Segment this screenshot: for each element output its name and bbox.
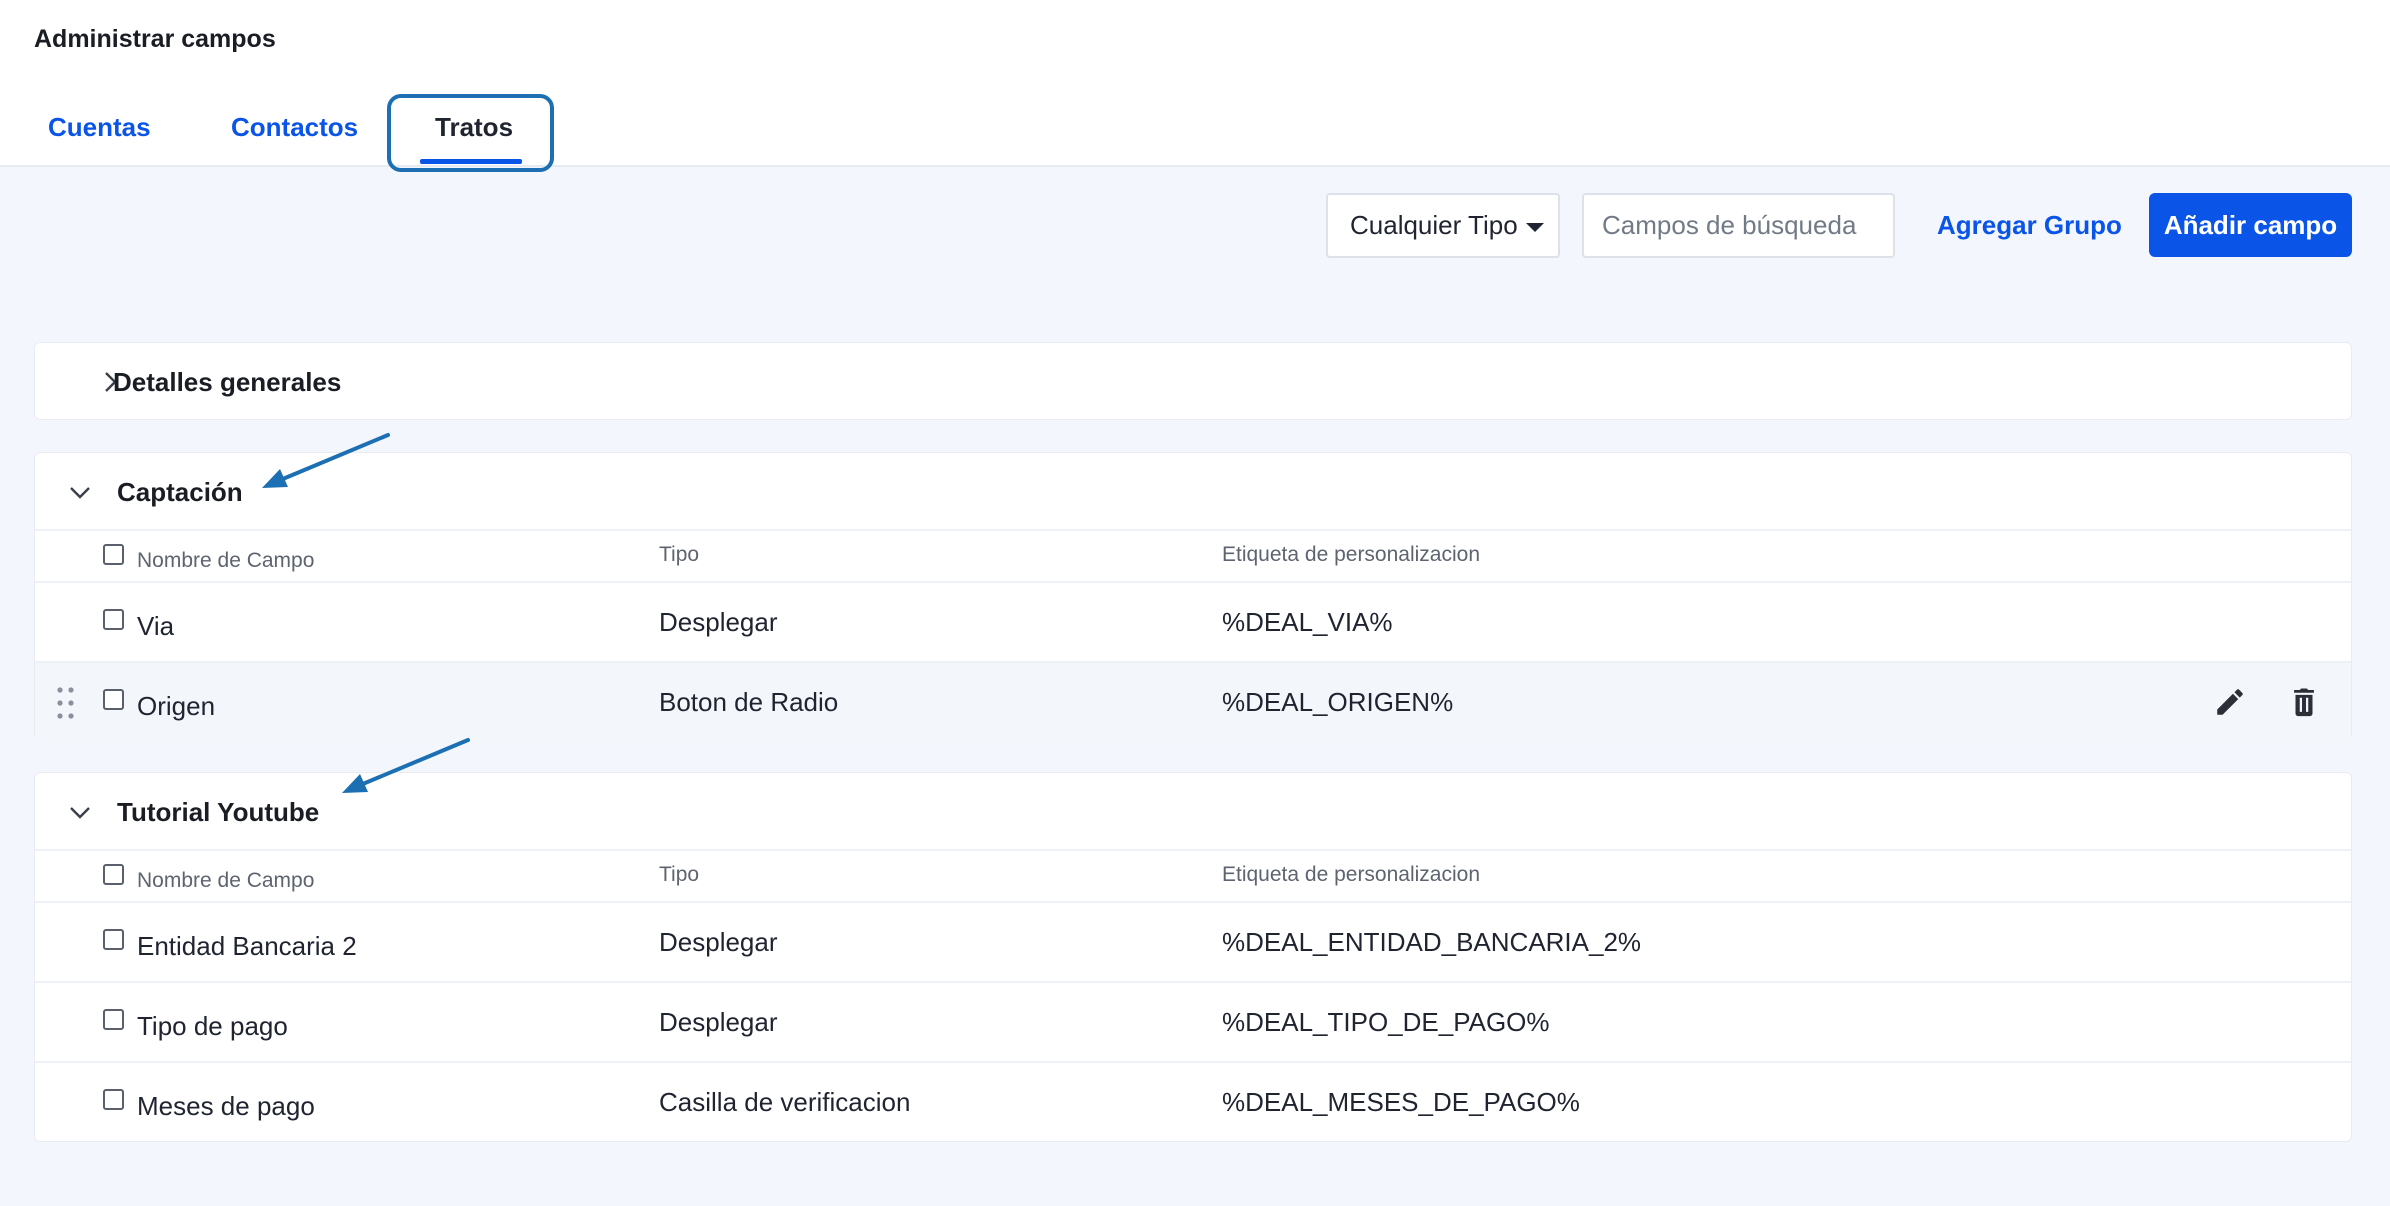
column-header-name: Nombre de Campo <box>137 869 315 892</box>
top-bar: Administrar campos Cuentas Contactos Tra… <box>0 0 2390 172</box>
select-all-checkbox[interactable] <box>103 544 124 565</box>
column-header-tag: Etiqueta de personalizacion <box>1222 543 1481 566</box>
column-header-tag: Etiqueta de personalizacion <box>1222 863 1481 886</box>
add-group-button[interactable]: Agregar Grupo <box>1937 210 2122 241</box>
select-all-checkbox[interactable] <box>103 864 124 885</box>
field-tag: %DEAL_ENTIDAD_BANCARIA_2% <box>1222 927 1642 957</box>
annotation-arrow-icon <box>342 738 470 793</box>
field-name: Via <box>137 611 175 641</box>
column-header-name: Nombre de Campo <box>137 549 315 572</box>
group-title: Tutorial Youtube <box>117 797 320 827</box>
annotation-arrow-icon <box>262 433 390 488</box>
table-row[interactable]: Meses de pago Casilla de verificacion %D… <box>35 1061 2351 1141</box>
tab-cuentas[interactable]: Cuentas <box>48 112 151 143</box>
column-header-type: Tipo <box>659 543 700 566</box>
field-name: Tipo de pago <box>137 1011 288 1041</box>
table-row[interactable]: Entidad Bancaria 2 Desplegar %DEAL_ENTID… <box>35 901 2351 981</box>
add-field-button[interactable]: Añadir campo <box>2149 193 2352 257</box>
type-filter-label: Cualquier Tipo <box>1350 210 1518 240</box>
table-row[interactable]: Origen Boton de Radio %DEAL_ORIGEN% <box>35 661 2351 741</box>
field-type: Desplegar <box>659 607 778 637</box>
field-type: Desplegar <box>659 1007 778 1037</box>
caret-down-icon <box>1525 223 1544 232</box>
row-checkbox[interactable] <box>103 1009 124 1030</box>
trash-icon[interactable] <box>2287 685 2321 719</box>
row-checkbox[interactable] <box>103 1089 124 1110</box>
field-tag: %DEAL_ORIGEN% <box>1222 687 1454 717</box>
field-type: Desplegar <box>659 927 778 957</box>
group-header[interactable]: Detalles generales <box>35 343 2351 421</box>
row-checkbox[interactable] <box>103 609 124 630</box>
group-title: Detalles generales <box>113 367 342 397</box>
group-captacion: Captación Nombre de Campo Tipo Etiqueta … <box>34 452 2352 741</box>
table-row[interactable]: Via Desplegar %DEAL_VIA% <box>35 581 2351 661</box>
active-tab-indicator <box>420 159 522 164</box>
field-type: Casilla de verificacion <box>659 1087 911 1117</box>
tab-contactos[interactable]: Contactos <box>231 112 358 143</box>
table-header-row: Nombre de Campo Tipo Etiqueta de persona… <box>35 849 2351 901</box>
group-tutorial-youtube: Tutorial Youtube Nombre de Campo Tipo Et… <box>34 772 2352 1142</box>
column-header-type: Tipo <box>659 863 700 886</box>
table-row[interactable]: Tipo de pago Desplegar %DEAL_TIPO_DE_PAG… <box>35 981 2351 1061</box>
field-tag: %DEAL_MESES_DE_PAGO% <box>1222 1087 1580 1117</box>
field-tag: %DEAL_VIA% <box>1222 607 1393 637</box>
field-name: Meses de pago <box>137 1091 315 1121</box>
search-input[interactable] <box>1582 193 1895 258</box>
field-name: Origen <box>137 691 216 721</box>
group-detalles-generales: Detalles generales <box>34 342 2352 420</box>
chevron-down-icon <box>70 807 90 819</box>
row-checkbox[interactable] <box>103 929 124 950</box>
drag-handle-icon[interactable] <box>55 685 77 721</box>
row-checkbox[interactable] <box>103 689 124 710</box>
pencil-icon[interactable] <box>2213 685 2247 719</box>
field-type: Boton de Radio <box>659 687 839 717</box>
tab-tratos[interactable]: Tratos <box>435 112 513 143</box>
page-title: Administrar campos <box>34 25 276 53</box>
group-title: Captación <box>117 477 243 507</box>
field-name: Entidad Bancaria 2 <box>137 931 357 961</box>
field-tag: %DEAL_TIPO_DE_PAGO% <box>1222 1007 1550 1037</box>
type-filter-select[interactable]: Cualquier Tipo <box>1326 193 1560 258</box>
chevron-down-icon <box>70 487 90 499</box>
table-header-row: Nombre de Campo Tipo Etiqueta de persona… <box>35 529 2351 581</box>
